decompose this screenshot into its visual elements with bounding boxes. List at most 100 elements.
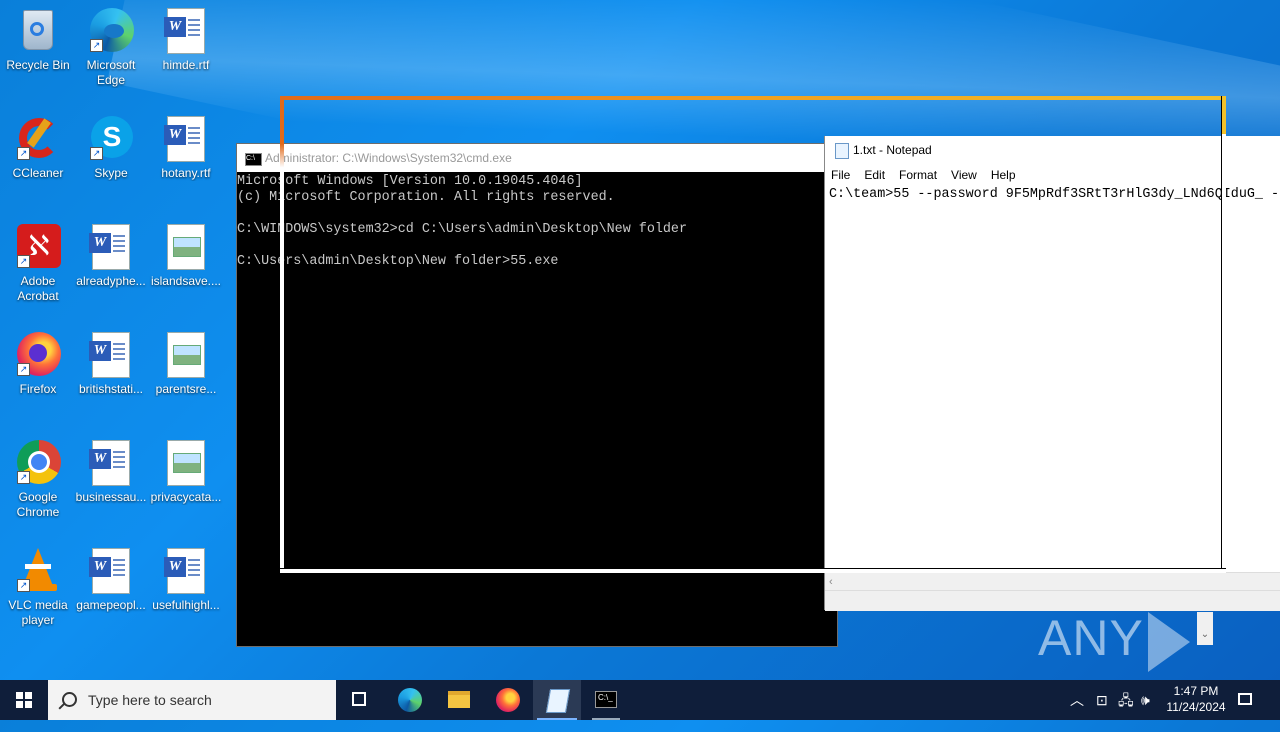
taskbar-firefox[interactable] (484, 680, 532, 720)
taskbar-edge[interactable] (386, 680, 434, 720)
desktop-icon-label: britishstati... (78, 382, 144, 396)
folder-icon (448, 691, 470, 708)
edge-icon: ↗ (88, 8, 134, 54)
desktop-icon-label: islandsave.... (150, 274, 222, 288)
notepad-menu-bar: File Edit Format View Help (825, 164, 1280, 186)
desktop-icon-label: gamepeopl... (76, 598, 146, 612)
desktop-icon-parentsre[interactable]: parentsre... (148, 332, 224, 397)
cmd-line: C:\Users\admin\Desktop\New folder>55.exe (237, 254, 559, 269)
desktop-icon-microsoft-edge[interactable]: ↗ Microsoft Edge (73, 8, 149, 88)
vlc-cone-icon: ↗ (15, 548, 61, 594)
word-document-icon: W (164, 116, 205, 162)
word-document-icon: W (89, 224, 130, 270)
task-view-button[interactable] (336, 680, 384, 720)
device-icon: ⊡ (1096, 692, 1108, 708)
notepad-title-bar[interactable]: 1.txt - Notepad (825, 136, 1280, 164)
menu-view[interactable]: View (951, 168, 977, 182)
taskbar-clock[interactable]: 1:47 PM 11/24/2024 (1160, 683, 1232, 715)
windows-logo-icon (16, 692, 32, 708)
desktop-icon-alreadyphe[interactable]: W alreadyphe... (73, 224, 149, 289)
desktop-icon-skype[interactable]: S ↗ Skype (73, 116, 149, 181)
action-center-button[interactable] (1238, 680, 1252, 720)
desktop-icon-label: Adobe Acrobat (17, 274, 59, 303)
chrome-icon: ↗ (15, 440, 61, 486)
cmd-window[interactable]: C:\ Administrator: C:\Windows\System32\c… (236, 143, 838, 647)
desktop-icon-google-chrome[interactable]: ↗ Google Chrome (0, 440, 76, 520)
desktop-icon-vlc[interactable]: ↗ VLC media player (0, 548, 76, 628)
taskbar-notepad[interactable] (533, 680, 581, 720)
desktop-icon-adobe-acrobat[interactable]: ℵ ↗ Adobe Acrobat (0, 224, 76, 304)
cmd-line: C:\WINDOWS\system32>cd C:\Users\admin\De… (237, 222, 687, 237)
desktop-icon-label: Skype (94, 166, 128, 180)
word-document-icon: W (89, 332, 130, 378)
desktop-icon-usefulhighl[interactable]: W usefulhighl... (148, 548, 224, 613)
cmd-output[interactable]: Microsoft Windows [Version 10.0.19045.40… (237, 172, 837, 270)
desktop-icon-label: alreadyphe... (76, 274, 146, 288)
word-document-icon: W (89, 548, 130, 594)
image-file-icon (167, 332, 205, 378)
search-icon (62, 692, 77, 707)
adobe-acrobat-icon: ℵ ↗ (15, 224, 61, 270)
desktop-icon-hotany-rtf[interactable]: W hotany.rtf (148, 116, 224, 181)
desktop-icon-ccleaner[interactable]: ↗ CCleaner (0, 116, 76, 181)
skype-icon: S ↗ (88, 116, 134, 162)
start-button[interactable] (0, 680, 48, 720)
desktop-icon-label: himde.rtf (162, 58, 210, 72)
cmd-line: Microsoft Windows [Version 10.0.19045.40… (237, 174, 583, 189)
word-document-icon: W (89, 440, 130, 486)
clock-time: 1:47 PM (1173, 684, 1219, 698)
desktop-icon-islandsave[interactable]: islandsave.... (148, 224, 224, 289)
desktop-icon-label: Google Chrome (16, 490, 60, 519)
notepad-horizontal-scrollbar[interactable]: ‹ (825, 572, 1280, 591)
notepad-text-area[interactable]: C:\team>55 --password 9F5MpRdf3SRtT3rHlG… (825, 186, 1280, 556)
task-view-icon (352, 692, 366, 706)
desktop-icon-label: Recycle Bin (6, 58, 70, 72)
desktop-icon-label: parentsre... (155, 382, 217, 396)
search-placeholder: Type here to search (88, 692, 212, 708)
menu-file[interactable]: File (831, 168, 850, 182)
recycle-bin-icon (15, 8, 61, 54)
desktop-icon-privacycata[interactable]: privacycata... (148, 440, 224, 505)
tray-icon-network[interactable]: 🖧 (1118, 680, 1134, 720)
desktop-icon-gamepeopl[interactable]: W gamepeopl... (73, 548, 149, 613)
desktop-icon-firefox[interactable]: ↗ Firefox (0, 332, 76, 397)
desktop-icon-recycle-bin[interactable]: Recycle Bin (0, 8, 76, 73)
image-file-icon (167, 224, 205, 270)
taskbar-cmd[interactable]: C:\_ (582, 680, 630, 720)
play-icon (1147, 611, 1190, 672)
firefox-icon (496, 688, 520, 712)
taskbar-file-explorer[interactable] (435, 680, 483, 720)
desktop-icon-label: businessau... (75, 490, 147, 504)
ccleaner-icon: ↗ (15, 116, 61, 162)
cmd-icon: C:\ (245, 153, 262, 166)
show-hidden-icons[interactable]: ︿ (1070, 680, 1084, 720)
cmd-title-bar[interactable]: C:\ Administrator: C:\Windows\System32\c… (237, 144, 837, 172)
notepad-window[interactable]: 1.txt - Notepad File Edit Format View Help C… (824, 136, 1280, 611)
desktop-icon-businessau[interactable]: W businessau... (73, 440, 149, 505)
desktop-icon-label: usefulhighl... (152, 598, 220, 612)
tray-icon-device[interactable]: ⊡ (1096, 680, 1108, 720)
word-document-icon: W (164, 548, 205, 594)
desktop-icon-label: CCleaner (12, 166, 64, 180)
notification-icon (1238, 693, 1252, 705)
notepad-icon (835, 143, 849, 159)
network-icon: 🖧 (1118, 692, 1134, 708)
taskbar-search-box[interactable]: Type here to search (48, 680, 336, 720)
watermark-left: ANY (1038, 610, 1144, 666)
image-file-icon (167, 440, 205, 486)
menu-help[interactable]: Help (991, 168, 1016, 182)
firefox-icon: ↗ (15, 332, 61, 378)
taskbar: Type here to search C:\_ ︿ ⊡ 🖧 🕪 1:47 PM… (0, 680, 1280, 720)
desktop-icon-label: VLC media player (8, 598, 68, 627)
cmd-title: Administrator: C:\Windows\System32\cmd.e… (265, 151, 512, 165)
menu-format[interactable]: Format (899, 168, 937, 182)
notepad-title: 1.txt - Notepad (853, 143, 932, 157)
desktop-icon-britishstati[interactable]: W britishstati... (73, 332, 149, 397)
menu-edit[interactable]: Edit (864, 168, 885, 182)
desktop-icon-label: hotany.rtf (161, 166, 211, 180)
desktop-icon-himde-rtf[interactable]: W himde.rtf (148, 8, 224, 73)
desktop-icon-label: privacycata... (150, 490, 222, 504)
tray-icon-volume[interactable]: 🕪 (1141, 680, 1150, 720)
scroll-left-icon[interactable]: ‹ (829, 573, 833, 591)
desktop-icon-label: Microsoft Edge (86, 58, 136, 87)
